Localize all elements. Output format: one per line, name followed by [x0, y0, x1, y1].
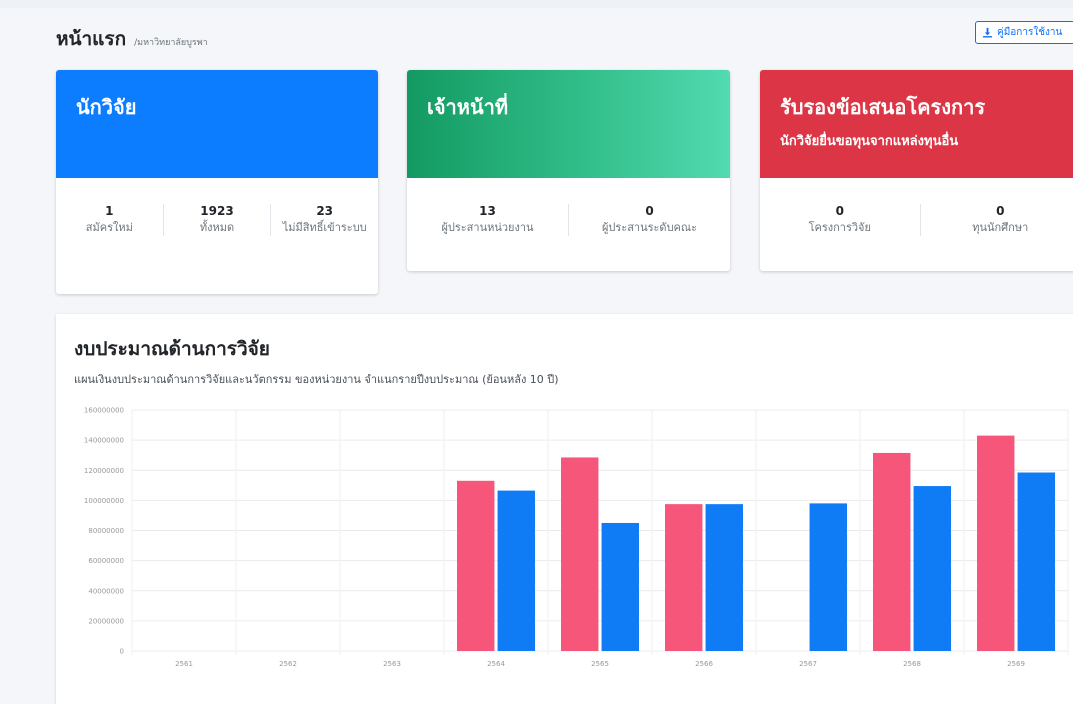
bar-2568-series-2[interactable]: [914, 486, 951, 651]
researcher-card-header: นักวิจัย: [56, 70, 378, 178]
stat-faculty-coordinators[interactable]: 0 ผู้ประสานระดับคณะ: [568, 204, 730, 236]
stat-label: ไม่มีสิทธิ์เข้าระบบ: [279, 219, 370, 236]
stat-total-researchers[interactable]: 1923 ทั้งหมด: [163, 204, 271, 236]
x-tick-label: 2567: [799, 660, 817, 668]
researcher-card-title: นักวิจัย: [76, 91, 136, 123]
y-tick-label: 60000000: [88, 557, 124, 565]
x-tick-label: 2569: [1007, 660, 1025, 668]
researcher-card[interactable]: นักวิจัย 1 สมัครใหม่ 1923 ทั้งหมด 23 ไม่…: [56, 70, 378, 294]
stat-label: สมัครใหม่: [64, 219, 155, 236]
budget-chart-card: งบประมาณด้านการวิจัย แผนเงินงบประมาณด้าน…: [56, 314, 1073, 704]
stat-new-researchers[interactable]: 1 สมัครใหม่: [56, 204, 163, 236]
y-tick-label: 100000000: [84, 497, 124, 505]
endorse-card-header: รับรองข้อเสนอโครงการ นักวิจัยยื่นขอทุนจา…: [760, 70, 1073, 178]
bar-2566-series-1[interactable]: [665, 504, 702, 651]
staff-card[interactable]: เจ้าหน้าที่ 13 ผู้ประสานหน่วยงาน 0 ผู้ปร…: [407, 70, 730, 271]
bar-2565-series-1[interactable]: [561, 457, 598, 651]
x-tick-label: 2565: [591, 660, 609, 668]
page-title: หน้าแรก: [56, 24, 126, 54]
breadcrumb[interactable]: /มหาวิทยาลัยบูรพา: [134, 35, 208, 49]
stat-value: 1: [64, 204, 155, 219]
chart-title: งบประมาณด้านการวิจัย: [74, 334, 270, 364]
stat-label: ทุนนักศึกษา: [929, 219, 1073, 236]
stat-label: ผู้ประสานหน่วยงาน: [415, 219, 560, 236]
staff-card-title: เจ้าหน้าที่: [427, 91, 508, 123]
stat-label: โครงการวิจัย: [768, 219, 912, 236]
bar-2566-series-2[interactable]: [706, 504, 743, 651]
y-tick-label: 160000000: [84, 407, 124, 415]
page-header: หน้าแรก /มหาวิทยาลัยบูรพา: [56, 24, 208, 54]
bar-2564-series-1[interactable]: [457, 481, 494, 651]
stat-value: 0: [768, 204, 912, 219]
x-tick-label: 2561: [175, 660, 193, 668]
staff-card-header: เจ้าหน้าที่: [407, 70, 730, 178]
stat-unit-coordinators[interactable]: 13 ผู้ประสานหน่วยงาน: [407, 204, 568, 236]
x-tick-label: 2566: [695, 660, 713, 668]
stat-value: 13: [415, 204, 560, 219]
endorse-proposal-card[interactable]: รับรองข้อเสนอโครงการ นักวิจัยยื่นขอทุนจา…: [760, 70, 1073, 271]
researcher-stats: 1 สมัครใหม่ 1923 ทั้งหมด 23 ไม่มีสิทธิ์เ…: [56, 178, 378, 248]
stat-no-access[interactable]: 23 ไม่มีสิทธิ์เข้าระบบ: [270, 204, 378, 236]
x-tick-label: 2568: [903, 660, 921, 668]
bar-2569-series-1[interactable]: [977, 436, 1014, 651]
x-tick-label: 2562: [279, 660, 297, 668]
stat-research-projects[interactable]: 0 โครงการวิจัย: [760, 204, 920, 236]
bar-2565-series-2[interactable]: [602, 523, 639, 651]
staff-stats: 13 ผู้ประสานหน่วยงาน 0 ผู้ประสานระดับคณะ: [407, 178, 730, 248]
stat-value: 23: [279, 204, 370, 219]
stat-student-grants[interactable]: 0 ทุนนักศึกษา: [920, 204, 1073, 236]
y-tick-label: 20000000: [88, 617, 124, 625]
top-bar: [0, 0, 1073, 8]
stat-value: 0: [577, 204, 722, 219]
endorse-card-subtitle: นักวิจัยยื่นขอทุนจากแหล่งทุนอื่น: [780, 130, 958, 151]
endorse-card-title: รับรองข้อเสนอโครงการ: [780, 91, 985, 123]
stat-label: ทั้งหมด: [172, 219, 263, 236]
download-icon: [982, 27, 993, 38]
endorse-stats: 0 โครงการวิจัย 0 ทุนนักศึกษา: [760, 178, 1073, 248]
y-tick-label: 80000000: [88, 527, 124, 535]
manual-button-label: คู่มือการใช้งาน: [997, 25, 1062, 40]
bar-2567-series-2[interactable]: [810, 503, 847, 651]
stat-label: ผู้ประสานระดับคณะ: [577, 219, 722, 236]
chart-subtitle: แผนเงินงบประมาณด้านการวิจัยและนวัตกรรม ข…: [74, 370, 559, 388]
y-tick-label: 120000000: [84, 467, 124, 475]
stat-value: 1923: [172, 204, 263, 219]
y-tick-label: 0: [120, 648, 124, 656]
x-tick-label: 2564: [487, 660, 505, 668]
bar-2569-series-2[interactable]: [1018, 473, 1055, 651]
budget-bar-chart: 0 20000000 40000000 60000000 80000000 1000000…: [56, 396, 1073, 691]
y-tick-label: 140000000: [84, 437, 124, 445]
x-tick-label: 2563: [383, 660, 401, 668]
manual-button[interactable]: คู่มือการใช้งาน: [975, 21, 1073, 44]
bar-2564-series-2[interactable]: [498, 491, 535, 651]
bar-2568-series-1[interactable]: [873, 453, 910, 651]
y-tick-label: 40000000: [88, 587, 124, 595]
stat-value: 0: [929, 204, 1073, 219]
